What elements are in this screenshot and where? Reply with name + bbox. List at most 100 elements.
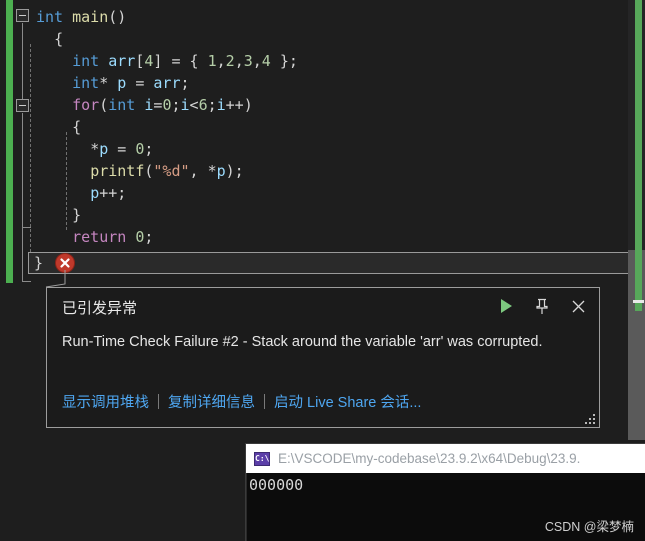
code-line[interactable]: int arr[4] = { 1,2,3,4 }; bbox=[36, 50, 626, 72]
code-line[interactable]: int main() bbox=[36, 6, 626, 28]
console-title-bar[interactable]: C:\ E:\VSCODE\my-codebase\23.9.2\x64\Deb… bbox=[246, 444, 645, 473]
code-token: int bbox=[108, 96, 136, 114]
code-token: p bbox=[99, 140, 109, 158]
code-token: } bbox=[72, 206, 82, 224]
current-statement-highlight bbox=[28, 252, 630, 274]
indent-guide-1 bbox=[30, 44, 31, 252]
scrollbar-caret-position bbox=[633, 300, 644, 303]
code-token: = bbox=[126, 74, 154, 92]
code-token: * bbox=[90, 140, 100, 158]
code-token: arr bbox=[153, 74, 181, 92]
console-title-path: E:\VSCODE\my-codebase\23.9.2\x64\Debug\2… bbox=[278, 451, 581, 466]
code-token: < bbox=[189, 96, 199, 114]
visual-studio-debug-screen: int main() { int arr[4] = { 1,2,3,4 }; i… bbox=[0, 0, 645, 541]
code-line[interactable]: return 0; bbox=[36, 226, 626, 248]
code-token: 1 bbox=[207, 52, 217, 70]
exception-helper-popup[interactable]: 已引发异常 Run-Time Check Failure #2 - Stack … bbox=[46, 287, 600, 428]
command-prompt-icon: C:\ bbox=[254, 451, 270, 466]
code-token: 2 bbox=[225, 52, 235, 70]
code-line[interactable]: int* p = arr; bbox=[36, 72, 626, 94]
code-token: int bbox=[72, 74, 100, 92]
code-token: 4 bbox=[261, 52, 271, 70]
code-token: 6 bbox=[198, 96, 208, 114]
exception-message: Run-Time Check Failure #2 - Stack around… bbox=[62, 334, 543, 350]
exception-link-3[interactable]: 启动 Live Share 会话... bbox=[274, 391, 421, 412]
code-token: ; bbox=[144, 228, 154, 246]
code-token: int bbox=[72, 52, 100, 70]
exception-link-2[interactable]: 复制详细信息 bbox=[168, 391, 255, 412]
exception-action-links[interactable]: 显示调用堆栈 复制详细信息 启动 Live Share 会话... bbox=[62, 391, 421, 412]
code-token: 3 bbox=[243, 52, 253, 70]
fold-guide-for bbox=[22, 113, 23, 227]
resize-grip[interactable] bbox=[581, 410, 595, 424]
watermark: CSDN @梁梦楠 bbox=[544, 520, 634, 534]
code-token: ++) bbox=[225, 96, 253, 114]
code-token: ; bbox=[171, 96, 181, 114]
code-token: ); bbox=[225, 162, 244, 180]
document-health-strip bbox=[635, 0, 642, 311]
exception-popup-title: 已引发异常 bbox=[62, 300, 138, 317]
code-token: arr bbox=[108, 52, 136, 70]
fold-guide-main-2 bbox=[22, 227, 23, 281]
code-line[interactable]: for(int i=0;i<6;i++) bbox=[36, 94, 626, 116]
code-token: p bbox=[90, 184, 100, 202]
fold-toggle-main[interactable] bbox=[16, 9, 29, 22]
code-token: { bbox=[54, 30, 64, 48]
code-token: * bbox=[99, 74, 118, 92]
code-line[interactable]: p++; bbox=[36, 182, 626, 204]
code-token: for bbox=[72, 96, 100, 114]
code-token: ; bbox=[144, 140, 154, 158]
link-separator bbox=[264, 394, 265, 409]
code-token: }; bbox=[270, 52, 298, 70]
code-token: , bbox=[189, 162, 208, 180]
code-line[interactable]: *p = 0; bbox=[36, 138, 626, 160]
code-token: i bbox=[216, 96, 226, 114]
code-text[interactable]: int main() { int arr[4] = { 1,2,3,4 }; i… bbox=[36, 6, 626, 248]
code-token: int bbox=[36, 8, 64, 26]
fold-toggle-for[interactable] bbox=[16, 99, 29, 112]
code-line[interactable]: { bbox=[36, 116, 626, 138]
fold-margin[interactable] bbox=[14, 0, 36, 285]
closing-brace: } bbox=[34, 254, 44, 272]
code-token: { bbox=[72, 118, 82, 136]
exception-popup-toolbar[interactable] bbox=[495, 295, 589, 317]
code-token: p bbox=[117, 74, 127, 92]
pin-icon[interactable] bbox=[531, 295, 553, 317]
exception-popup-header: 已引发异常 bbox=[47, 288, 599, 326]
code-token: ] = { bbox=[153, 52, 208, 70]
code-line[interactable]: printf("%d", *p); bbox=[36, 160, 626, 182]
close-icon[interactable] bbox=[567, 295, 589, 317]
code-token: "%d" bbox=[153, 162, 190, 180]
fold-guide-main-end bbox=[22, 281, 31, 282]
code-token: = bbox=[108, 140, 136, 158]
code-line[interactable]: } bbox=[36, 204, 626, 226]
code-token: () bbox=[108, 8, 127, 26]
code-token: p bbox=[216, 162, 226, 180]
link-separator bbox=[158, 394, 159, 409]
code-token: ; bbox=[207, 96, 217, 114]
code-token: main bbox=[72, 8, 109, 26]
code-token: , bbox=[216, 52, 226, 70]
continue-play-button[interactable] bbox=[495, 295, 517, 317]
code-line[interactable]: { bbox=[36, 28, 626, 50]
code-token: , bbox=[252, 52, 262, 70]
code-token: printf bbox=[90, 162, 145, 180]
code-token: ( bbox=[99, 96, 109, 114]
code-token: ; bbox=[180, 74, 190, 92]
fold-guide-main bbox=[22, 23, 23, 99]
code-token: * bbox=[207, 162, 217, 180]
code-token: ++; bbox=[99, 184, 127, 202]
exception-link-1[interactable]: 显示调用堆栈 bbox=[62, 391, 149, 412]
